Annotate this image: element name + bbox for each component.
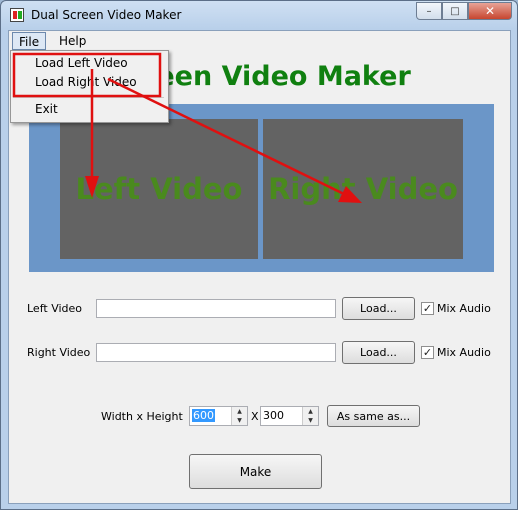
right-video-label: Right Video	[27, 346, 91, 359]
width-spin-down-icon[interactable]: ▼	[232, 416, 247, 425]
mix-audio-right-label: Mix Audio	[437, 346, 491, 359]
maximize-icon: □	[450, 5, 460, 17]
menu-separator	[13, 97, 164, 98]
right-video-placeholder: Right Video	[268, 172, 458, 206]
right-video-preview: Right Video	[263, 119, 463, 259]
close-icon: ✕	[484, 4, 496, 18]
load-left-button[interactable]: Load...	[342, 297, 415, 320]
height-spin-down-icon[interactable]: ▼	[303, 416, 318, 425]
left-video-label: Left Video	[27, 302, 83, 315]
maximize-button[interactable]: □	[442, 2, 468, 20]
width-spinbox[interactable]: 600 ▲ ▼	[189, 406, 248, 426]
width-spin-arrows: ▲ ▼	[231, 407, 247, 425]
mix-audio-left-checkbox[interactable]: ✓	[421, 302, 434, 315]
preview-panel: Left Video Right Video	[29, 104, 494, 272]
menu-help[interactable]: Help	[53, 32, 92, 50]
width-value: 600	[192, 409, 215, 422]
height-spinbox[interactable]: 300 ▲ ▼	[260, 406, 319, 426]
window-title: Dual Screen Video Maker	[31, 8, 182, 22]
width-spin-up-icon[interactable]: ▲	[232, 407, 247, 416]
load-right-button[interactable]: Load...	[342, 341, 415, 364]
title-bar[interactable]: Dual Screen Video Maker – □ ✕	[1, 1, 517, 31]
mix-audio-left-label: Mix Audio	[437, 302, 491, 315]
menu-file[interactable]: File	[12, 32, 47, 50]
left-video-path-input[interactable]	[96, 299, 336, 318]
height-value: 300	[263, 409, 284, 422]
app-window: Dual Screen Video Maker – □ ✕ File Help …	[0, 0, 518, 510]
size-separator: X	[251, 410, 259, 423]
app-icon	[10, 8, 24, 22]
close-button[interactable]: ✕	[468, 2, 512, 20]
size-label: Width x Height	[101, 410, 183, 423]
make-button[interactable]: Make	[189, 454, 322, 489]
height-spin-up-icon[interactable]: ▲	[303, 407, 318, 416]
height-spin-arrows: ▲ ▼	[302, 407, 318, 425]
menu-item-load-left-video[interactable]: Load Left Video	[35, 56, 128, 70]
window-controls: – □ ✕	[416, 2, 512, 21]
menu-item-exit[interactable]: Exit	[35, 102, 58, 116]
file-menu-dropdown: Load Left Video Load Right Video Exit	[10, 50, 169, 123]
left-video-placeholder: Left Video	[75, 172, 243, 206]
minimize-icon: –	[426, 5, 432, 17]
as-same-as-button[interactable]: As same as...	[327, 405, 420, 427]
left-video-preview: Left Video	[60, 119, 258, 259]
menu-item-load-right-video[interactable]: Load Right Video	[35, 75, 137, 89]
menu-bar: File Help	[9, 31, 510, 51]
app-headline: creen Video Maker	[127, 61, 411, 92]
minimize-button[interactable]: –	[416, 2, 442, 20]
mix-audio-right-checkbox[interactable]: ✓	[421, 346, 434, 359]
right-video-path-input[interactable]	[96, 343, 336, 362]
